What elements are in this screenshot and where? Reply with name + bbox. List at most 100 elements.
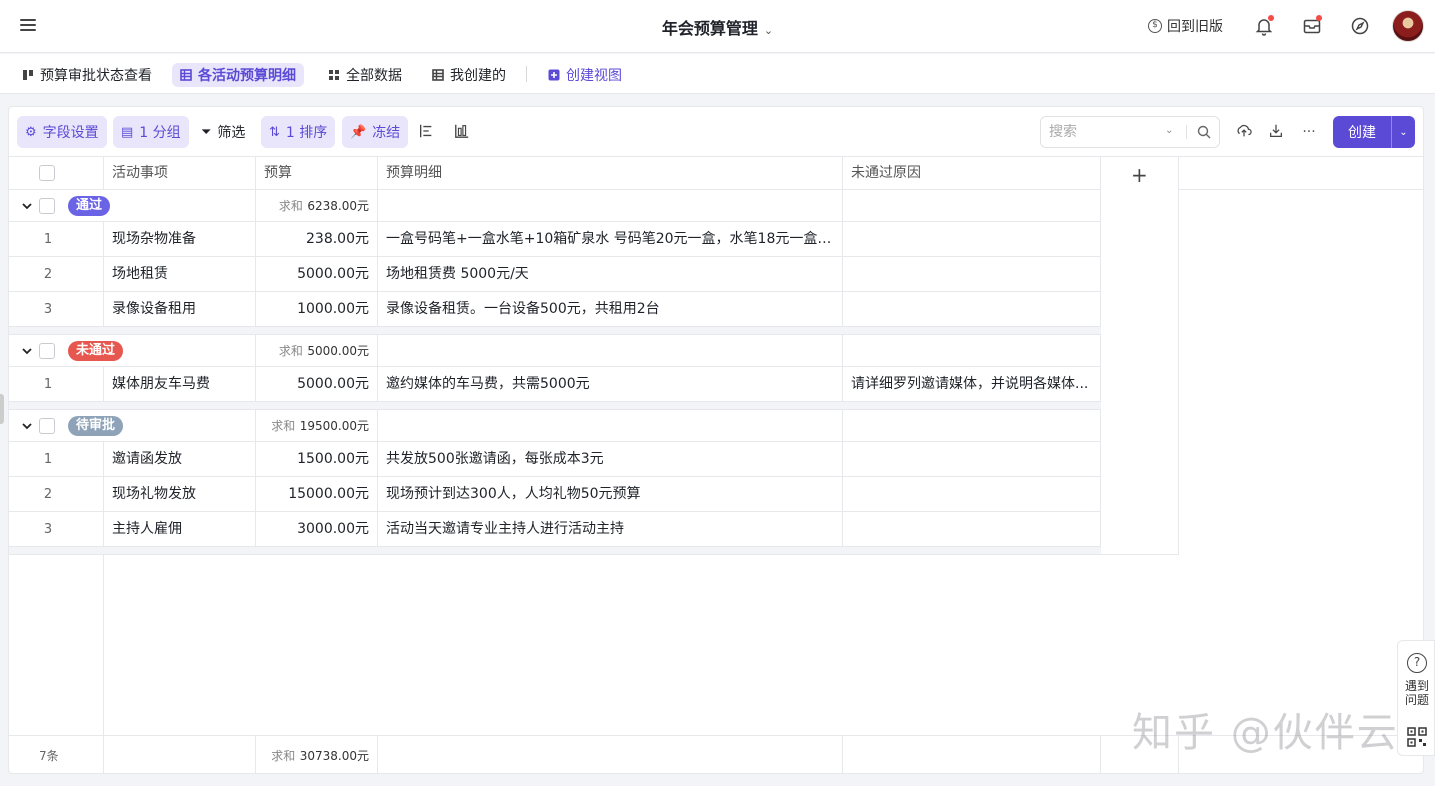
- tab-created-by-me[interactable]: 我创建的: [424, 63, 514, 87]
- row-index: 2: [9, 257, 104, 292]
- qr-code-icon[interactable]: [1407, 727, 1427, 747]
- cell-budget-detail[interactable]: 录像设备租赁。一台设备500元，共租用2台: [378, 292, 843, 327]
- cell-budget[interactable]: 1500.00元: [256, 442, 378, 477]
- question-icon[interactable]: ?: [1407, 653, 1427, 673]
- notification-bell-icon[interactable]: [1254, 15, 1274, 36]
- cell-activity[interactable]: 邀请函发放: [104, 442, 256, 477]
- tab-all-data[interactable]: 全部数据: [320, 63, 410, 87]
- cell-budget[interactable]: 15000.00元: [256, 477, 378, 512]
- app-title-text[interactable]: 年会预算管理: [662, 19, 758, 38]
- column-divider: [103, 555, 104, 735]
- plus-square-icon: [548, 69, 560, 81]
- cell-activity[interactable]: 场地租赁: [104, 257, 256, 292]
- help-label[interactable]: 遇到问题: [1398, 679, 1435, 707]
- cell-reject-reason[interactable]: [843, 292, 1101, 327]
- cell-budget-detail[interactable]: 邀约媒体的车马费，共需5000元: [378, 367, 843, 402]
- cell-budget[interactable]: 3000.00元: [256, 512, 378, 547]
- old-version-label[interactable]: 回到旧版: [1167, 16, 1223, 36]
- freeze-button[interactable]: 📌 冻结: [342, 116, 409, 148]
- kanban-icon: [23, 70, 33, 80]
- add-column-icon[interactable]: +: [1131, 163, 1148, 187]
- cell-budget-detail[interactable]: 活动当天邀请专业主持人进行活动主持: [378, 512, 843, 547]
- cell-reject-reason[interactable]: [843, 257, 1101, 292]
- column-header-budget-detail[interactable]: 预算明细: [378, 157, 843, 190]
- gear-icon: ⚙: [25, 124, 37, 140]
- more-icon[interactable]: ···: [1300, 123, 1318, 141]
- group-checkbox[interactable]: [39, 198, 55, 214]
- group-checkbox[interactable]: [39, 418, 55, 434]
- cell-budget-detail[interactable]: 现场预计到达300人，人均礼物50元预算: [378, 477, 843, 512]
- download-icon[interactable]: [1267, 123, 1285, 141]
- group-button[interactable]: ▤ 1 分组: [113, 116, 189, 148]
- group-sum-cell: 求和 6238.00元: [256, 190, 378, 222]
- group-empty-cell: [843, 335, 1101, 367]
- chevron-down-icon[interactable]: [21, 200, 33, 212]
- footer-empty-cell: [378, 736, 843, 773]
- create-button-group: 创建 ⌄: [1333, 116, 1415, 148]
- search-divider: [1186, 125, 1187, 139]
- group-spacer: [9, 547, 1101, 555]
- column-header-activity[interactable]: 活动事项: [104, 157, 256, 190]
- field-settings-button[interactable]: ⚙ 字段设置: [17, 116, 107, 148]
- chevron-down-icon[interactable]: [21, 420, 33, 432]
- cell-reject-reason[interactable]: [843, 477, 1101, 512]
- cell-budget-detail[interactable]: 共发放500张邀请函，每张成本3元: [378, 442, 843, 477]
- old-version-link[interactable]: $ 回到旧版: [1148, 16, 1223, 36]
- cell-activity[interactable]: 主持人雇佣: [104, 512, 256, 547]
- cell-activity[interactable]: 现场杂物准备: [104, 222, 256, 257]
- select-all-checkbox[interactable]: [39, 165, 55, 181]
- total-sum-value: 30738.00元: [299, 749, 369, 763]
- compass-icon[interactable]: [1350, 16, 1370, 36]
- sort-label: 1 排序: [285, 125, 328, 141]
- cell-activity[interactable]: 媒体朋友车马费: [104, 367, 256, 402]
- filter-icon: ⏷: [201, 124, 212, 140]
- chevron-down-icon[interactable]: ⌄: [764, 24, 773, 37]
- filter-label: 筛选: [217, 125, 246, 141]
- chart-icon[interactable]: [453, 123, 471, 141]
- cell-reject-reason[interactable]: [843, 222, 1101, 257]
- inbox-icon[interactable]: [1302, 15, 1322, 36]
- column-header-reject-reason[interactable]: 未通过原因: [843, 157, 1101, 190]
- cell-budget[interactable]: 5000.00元: [256, 257, 378, 292]
- sidebar-resize-handle[interactable]: [0, 394, 4, 424]
- tab-budget-approval-status[interactable]: 预算审批状态查看: [14, 63, 160, 87]
- cell-budget-detail[interactable]: 一盒号码笔+一盒水笔+10箱矿泉水 号码笔20元一盒，水笔18元一盒 ...: [378, 222, 843, 257]
- cell-activity[interactable]: 现场礼物发放: [104, 477, 256, 512]
- cell-budget[interactable]: 1000.00元: [256, 292, 378, 327]
- status-badge: 通过: [68, 196, 111, 216]
- cell-reject-reason[interactable]: 请详细罗列邀请媒体，并说明各媒体...: [843, 367, 1101, 402]
- cell-budget[interactable]: 238.00元: [256, 222, 378, 257]
- row-height-icon[interactable]: [417, 123, 435, 141]
- gallery-icon: [329, 70, 339, 80]
- row-index: 3: [9, 292, 104, 327]
- user-avatar[interactable]: [1392, 10, 1424, 42]
- cell-reject-reason[interactable]: [843, 512, 1101, 547]
- footer-empty-cell: [843, 736, 1101, 773]
- column-header-budget[interactable]: 预算: [256, 157, 378, 190]
- filter-button[interactable]: ⏷ 筛选: [193, 116, 253, 148]
- unread-dot: [1268, 15, 1274, 21]
- cell-activity[interactable]: 录像设备租用: [104, 292, 256, 327]
- create-button[interactable]: 创建: [1333, 122, 1391, 142]
- cell-reject-reason[interactable]: [843, 442, 1101, 477]
- create-view-button[interactable]: 创建视图: [540, 63, 630, 87]
- header-select-cell: [9, 157, 104, 190]
- switch-icon: $: [1148, 19, 1162, 33]
- search-input[interactable]: [1049, 124, 1159, 140]
- cell-budget-detail[interactable]: 场地租赁费 5000元/天: [378, 257, 843, 292]
- footer-sum-cell: 求和 30738.00元: [256, 736, 378, 773]
- group-sum-cell: 求和 5000.00元: [256, 335, 378, 367]
- sort-button[interactable]: ⇅ 1 排序: [261, 116, 336, 148]
- tab-activity-budget-detail[interactable]: 各活动预算明细: [172, 63, 304, 87]
- chevron-down-icon[interactable]: ⌄: [1392, 127, 1415, 138]
- footer-empty-cell: [104, 736, 256, 773]
- upload-icon[interactable]: [1235, 123, 1253, 141]
- chevron-down-icon[interactable]: [21, 345, 33, 357]
- record-count: 7条: [9, 736, 104, 773]
- search-icon[interactable]: [1197, 125, 1211, 139]
- help-widget[interactable]: ? 遇到问题: [1397, 640, 1435, 756]
- group-checkbox[interactable]: [39, 343, 55, 359]
- chevron-down-icon[interactable]: ⌄: [1165, 125, 1173, 136]
- group-icon: ▤: [121, 124, 134, 140]
- cell-budget[interactable]: 5000.00元: [256, 367, 378, 402]
